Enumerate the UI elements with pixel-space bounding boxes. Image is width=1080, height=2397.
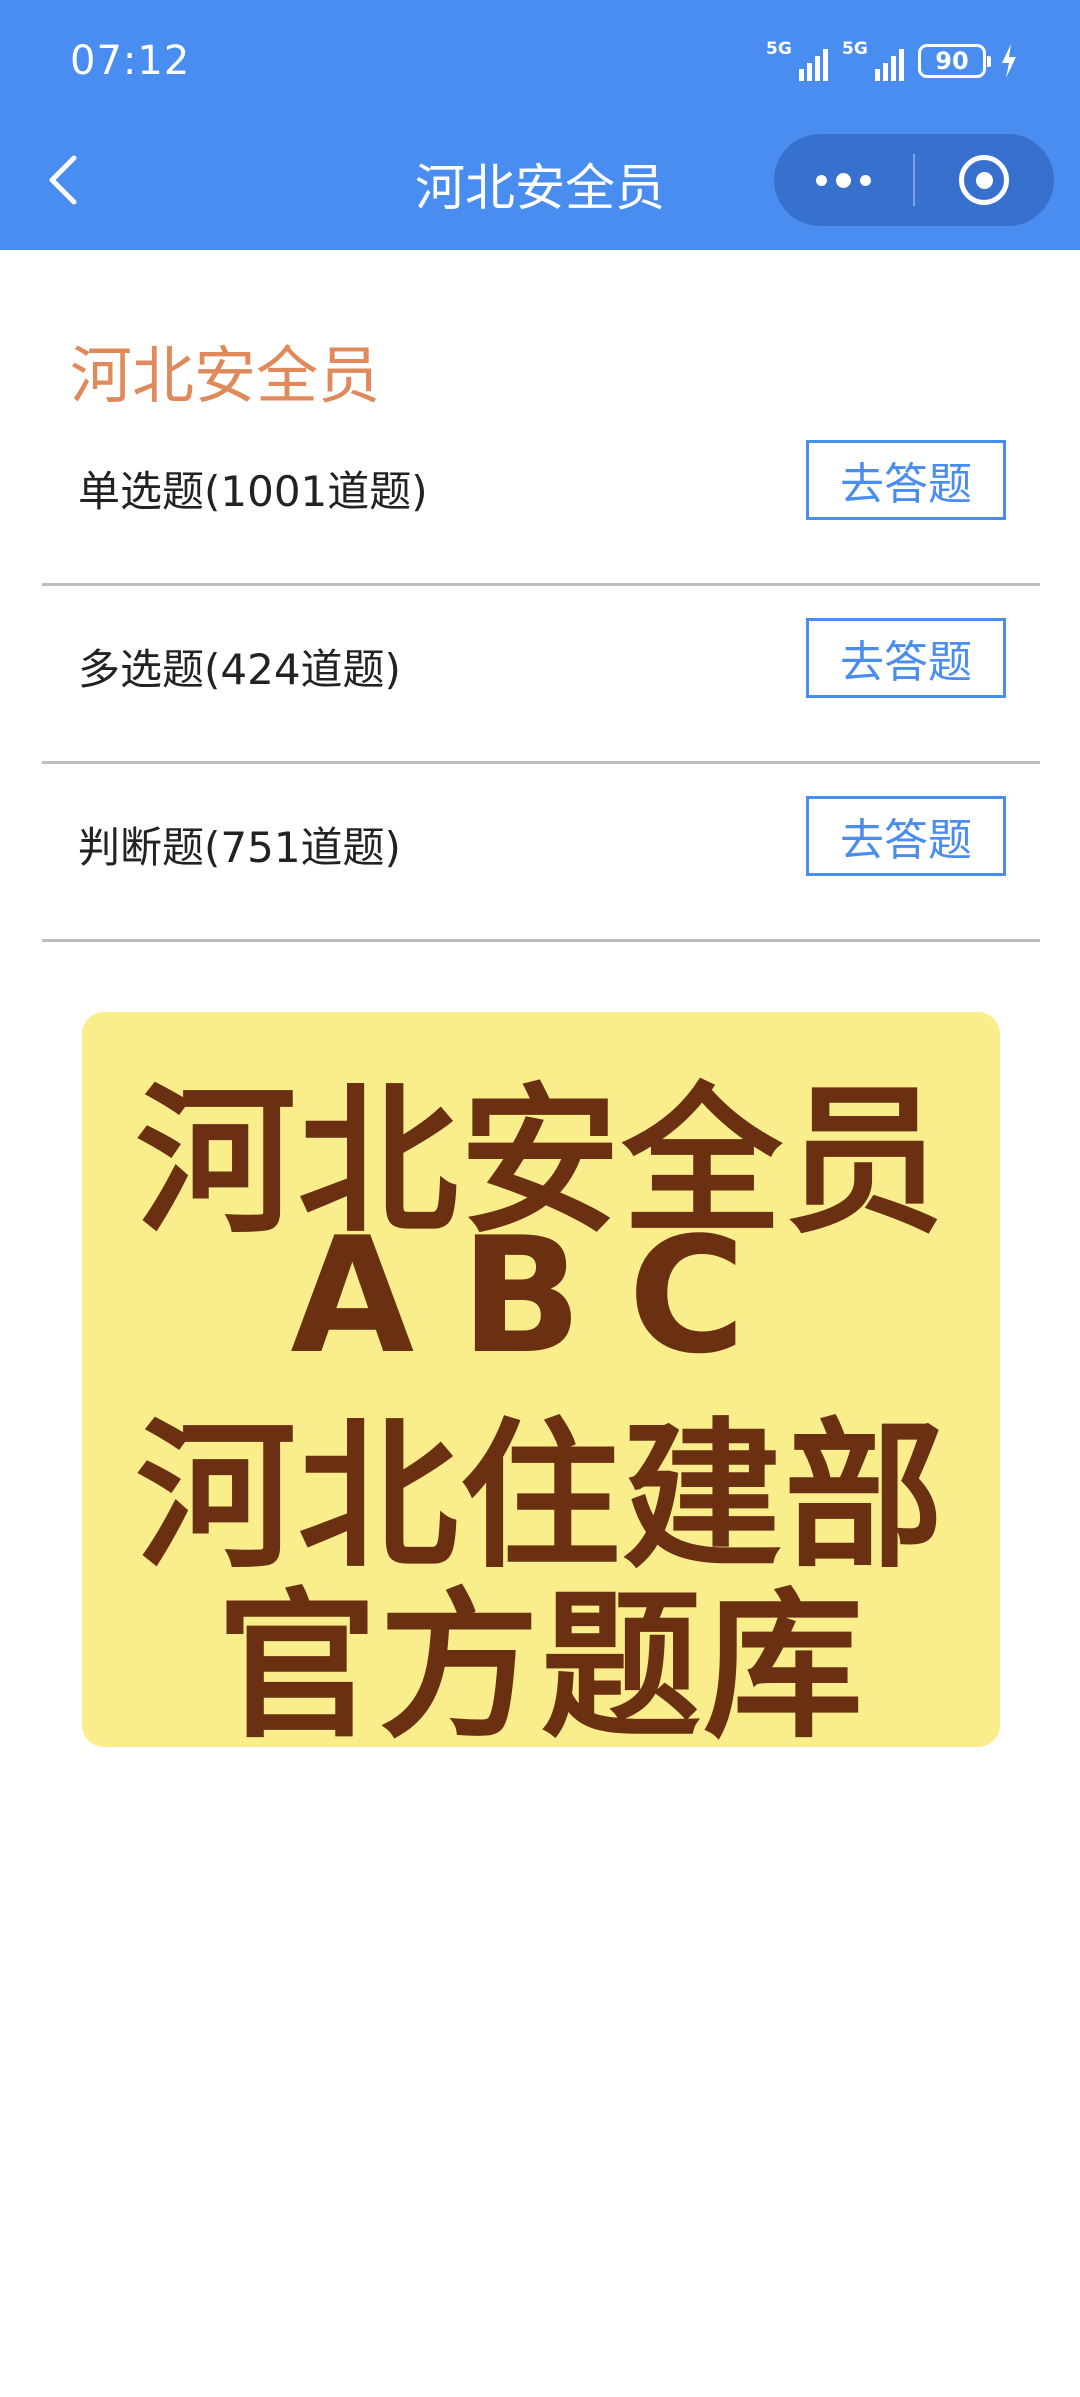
section-title: 河北安全员 (70, 339, 381, 412)
start-answer-button[interactable]: 去答题 (806, 796, 1006, 876)
start-answer-button[interactable]: 去答题 (806, 618, 1006, 698)
question-type-label: 判断题(751道题) (78, 823, 401, 872)
promo-banner: 河北安全员 ABC 河北住建部 官方题库 (82, 1012, 1000, 1760)
promo-line: 官方题库 (216, 1573, 865, 1760)
battery-icon: 90 (918, 44, 991, 78)
network-label: 5G (766, 39, 792, 59)
charging-bolt-icon (1002, 44, 1016, 78)
more-button[interactable] (774, 134, 913, 226)
list-item: 单选题(1001道题) 去答题 (42, 408, 1040, 586)
question-type-label: 多选题(424道题) (78, 645, 401, 694)
promo-line: ABC (290, 1202, 792, 1389)
mini-program-capsule (774, 134, 1054, 226)
chevron-left-icon (49, 155, 77, 205)
app-header: 07:12 5G 5G 90 河北安全员 (0, 0, 1080, 250)
network-label: 5G (842, 39, 868, 59)
battery-level: 90 (935, 47, 969, 75)
list-item: 判断题(751道题) 去答题 (42, 764, 1040, 942)
start-answer-button[interactable]: 去答题 (806, 440, 1006, 520)
status-time: 07:12 (70, 38, 191, 84)
back-button[interactable] (36, 140, 90, 220)
page-title: 河北安全员 (415, 159, 665, 217)
close-button[interactable] (915, 134, 1054, 226)
signal-5g-icon: 5G (842, 39, 904, 83)
more-dots-icon (816, 172, 871, 188)
record-circle-icon (959, 155, 1010, 205)
list-item: 多选题(424道题) 去答题 (42, 586, 1040, 764)
signal-5g-icon: 5G (766, 39, 828, 83)
status-icons: 5G 5G 90 (766, 38, 1018, 84)
question-type-label: 单选题(1001道题) (78, 467, 428, 516)
